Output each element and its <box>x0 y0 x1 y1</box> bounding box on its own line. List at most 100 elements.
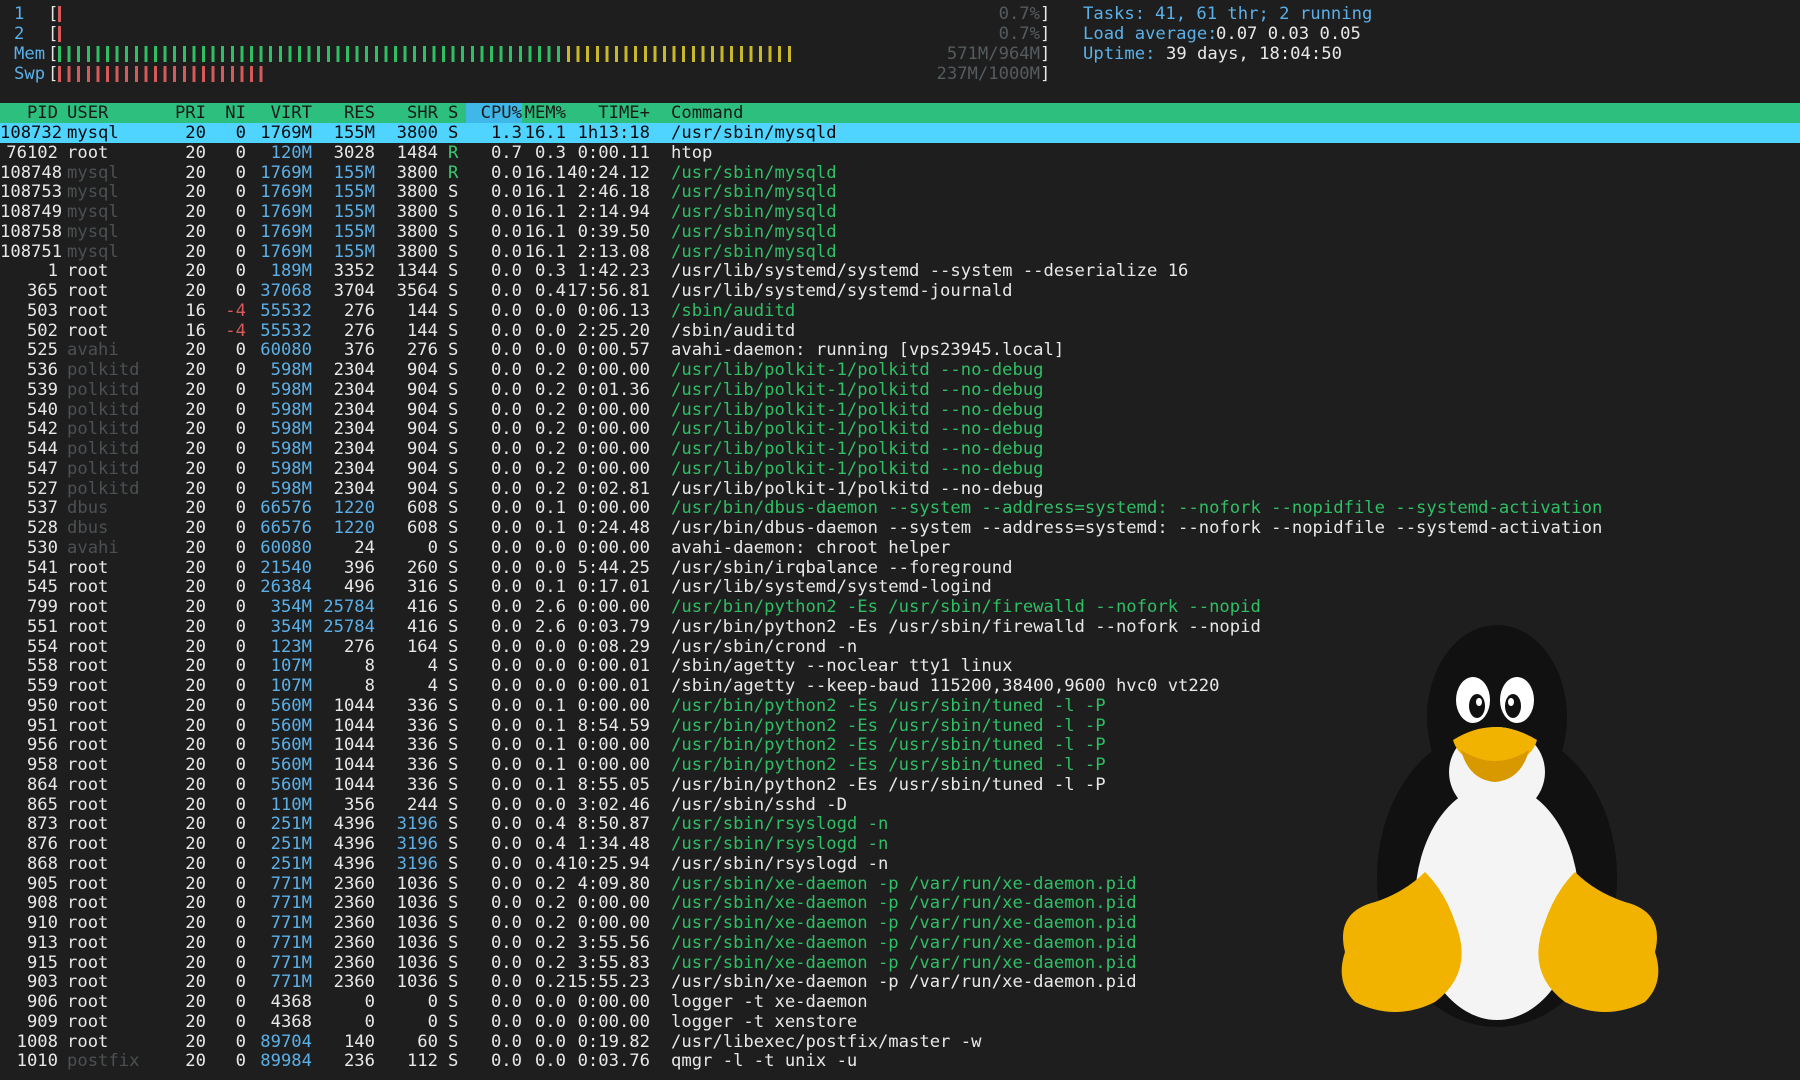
table-row[interactable]: 76102 root 20 0 120M 3028 1484 R 0.7 0.3 0:00.11 ht… <box>0 143 1800 163</box>
cell-time: 8:54.59 <box>577 715 650 736</box>
cell-command: /usr/lib/systemd/systemd-logind <box>671 577 992 598</box>
table-row[interactable]: 503 root 16 -4 55532 276 144 S 0.0 0.0 0:06.13/sbi… <box>0 301 1800 321</box>
cell-time: 5:44.25 <box>577 557 650 578</box>
cell-mem: 0.0 <box>534 794 566 815</box>
cell-user: root <box>67 636 109 657</box>
col-ni[interactable]: NI <box>206 103 246 123</box>
cell-pri: 20 <box>185 755 206 775</box>
table-row[interactable]: 542 polkitd 20 0 598M 2304 904 S 0.0 0.2 0:00.00/u… <box>0 419 1800 439</box>
table-row[interactable]: 545 root 20 0 26384 496 316 S 0.0 0.1 0:17.01/usr/… <box>0 577 1800 597</box>
cell-cpu: 0.0 <box>490 695 522 716</box>
table-row[interactable]: 527 polkitd 20 0 598M 2304 904 S 0.0 0.2 0:02.81/u… <box>0 479 1800 499</box>
cell-command: /sbin/agetty --keep-baud 115200,38400,96… <box>671 676 1220 696</box>
cell-shr: 3800 <box>396 202 438 222</box>
load-info: Load average: 0.07 0.03 0.05 <box>0 24 1361 44</box>
cell-user: root <box>67 261 109 282</box>
cell-state: S <box>448 281 459 301</box>
table-row[interactable]: 525 avahi 20 0 60080 376 276 S 0.0 0.0 0:00.57 avah… <box>0 340 1800 360</box>
cell-cpu: 0.0 <box>490 636 522 657</box>
table-row[interactable]: 799 root 20 0 354M 25784 416 S 0.0 2.6 0:00.00/usr… <box>0 597 1800 617</box>
table-row[interactable]: 536 polkitd 20 0 598M 2304 904 S 0.0 0.2 0:00.00/u… <box>0 360 1800 380</box>
col-cpu[interactable]: CPU% <box>466 103 522 123</box>
cell-ni: 0 <box>235 597 246 617</box>
cell-res: 155M <box>333 182 375 203</box>
cell-res: 155M <box>333 162 375 183</box>
cell-pid: 108753 <box>0 182 63 203</box>
cell-shr: 144 <box>406 320 438 341</box>
col-virt[interactable]: VIRT <box>246 103 312 123</box>
table-row[interactable]: 108753 mysql 20 0 1769M 155M 3800 S 0.0 16.1 2:46.… <box>0 182 1800 202</box>
table-row[interactable]: 1010 postfix 20 0 89984 236 112 S 0.0 0.0 0:03.76 q… <box>0 1051 1800 1071</box>
cell-mem: 0.4 <box>534 281 566 301</box>
cell-command: /usr/sbin/rsyslogd -n <box>671 853 889 874</box>
cell-pri: 20 <box>185 577 206 598</box>
cell-pid: 76102 <box>6 142 58 163</box>
table-row[interactable]: 502 root 16 -4 55532 276 144 S 0.0 0.0 2:25.20/sbi… <box>0 321 1800 341</box>
col-pid[interactable]: PID <box>0 103 58 123</box>
col-user[interactable]: USER <box>67 103 108 123</box>
cell-res: 24 <box>354 537 375 558</box>
cell-shr: 416 <box>406 616 438 637</box>
col-pri[interactable]: PRI <box>150 103 206 123</box>
cell-ni: 0 <box>235 715 246 736</box>
table-row[interactable]: 547 polkitd 20 0 598M 2304 904 S 0.0 0.2 0:00.00/u… <box>0 459 1800 479</box>
cell-ni: 0 <box>235 162 246 183</box>
cell-command: /usr/lib/polkit-1/polkitd --no-debug <box>671 458 1044 479</box>
cell-cpu: 0.0 <box>490 498 522 519</box>
cell-pri: 20 <box>185 379 206 400</box>
table-row[interactable]: 528 dbus 20 0 66576 1220 608 S 0.0 0.1 0:24.48/usr… <box>0 518 1800 538</box>
cell-pri: 20 <box>185 498 206 519</box>
cell-pid: 547 <box>26 458 58 479</box>
table-row[interactable]: 108749 mysql 20 0 1769M 155M 3800 S 0.0 16.1 2:14.… <box>0 202 1800 222</box>
table-row[interactable]: 365 root 20 0 37068 3704 3564 S 0.0 0.4 17:56.81/u… <box>0 281 1800 301</box>
col-state[interactable]: S <box>448 103 458 123</box>
cell-mem: 0.0 <box>534 676 566 696</box>
table-row[interactable]: 539 polkitd 20 0 598M 2304 904 S 0.0 0.2 0:01.36/u… <box>0 380 1800 400</box>
cell-virt: 89984 <box>260 1051 312 1072</box>
col-shr[interactable]: SHR <box>375 103 438 123</box>
table-row[interactable]: 544 polkitd 20 0 598M 2304 904 S 0.0 0.2 0:00.00/u… <box>0 439 1800 459</box>
cell-shr: 1036 <box>396 952 438 973</box>
cell-virt: 60080 <box>260 537 312 558</box>
cell-ni: 0 <box>235 221 246 242</box>
cell-pri: 20 <box>185 241 206 262</box>
cell-mem: 0.0 <box>534 557 566 578</box>
cell-virt: 37068 <box>260 281 312 301</box>
cell-pri: 20 <box>185 992 206 1012</box>
table-row-selected[interactable]: 108732 mysql 20 0 1769M 155M 3800 S 1.3 16.1 1h13:… <box>0 123 1800 143</box>
cell-state: S <box>448 932 459 953</box>
table-row[interactable]: 541 root 20 0 21540 396 260 S 0.0 0.0 5:44.25/usr/… <box>0 558 1800 578</box>
col-command[interactable]: Command <box>671 103 743 123</box>
table-row[interactable]: 530 avahi 20 0 60080 24 0 S 0.0 0.0 0:00.00 avahi-d… <box>0 538 1800 558</box>
cell-time: 3:55.83 <box>577 952 650 973</box>
cell-user: polkitd <box>67 478 140 499</box>
table-row[interactable]: 1008 root 20 0 89704 140 60 S 0.0 0.0 0:19.82/usr/… <box>0 1032 1800 1052</box>
cell-virt: 55532 <box>260 300 312 321</box>
cell-state: S <box>448 972 459 993</box>
cell-ni: 0 <box>235 755 246 775</box>
cell-state: S <box>448 853 459 874</box>
table-row[interactable]: 108748 mysql 20 0 1769M 155M 3800 R 0.0 16.1 40:24… <box>0 163 1800 183</box>
table-row[interactable]: 1 root 20 0 189M 3352 1344 S 0.0 0.3 1:42.23/usr/l… <box>0 261 1800 281</box>
table-row[interactable]: 108758 mysql 20 0 1769M 155M 3800 S 0.0 16.1 0:39.… <box>0 222 1800 242</box>
cell-mem: 0.0 <box>534 320 566 341</box>
col-mem[interactable]: MEM% <box>522 103 566 123</box>
cell-time: 0:03.79 <box>577 616 650 637</box>
cell-cpu: 0.0 <box>490 893 522 914</box>
cell-state: S <box>448 676 459 696</box>
table-row[interactable]: 537 dbus 20 0 66576 1220 608 S 0.0 0.1 0:00.00/usr… <box>0 498 1800 518</box>
cell-pid: 868 <box>26 853 58 874</box>
cell-cpu: 0.0 <box>490 478 522 499</box>
col-res[interactable]: RES <box>312 103 375 123</box>
cell-pid: 108751 <box>0 241 63 262</box>
col-time[interactable]: TIME+ <box>566 103 650 123</box>
cell-virt: 4368 <box>270 992 312 1012</box>
cell-command: /usr/lib/polkit-1/polkitd --no-debug <box>671 439 1044 459</box>
table-row[interactable]: 540 polkitd 20 0 598M 2304 904 S 0.0 0.2 0:00.00/u… <box>0 400 1800 420</box>
cell-virt: 123M <box>270 636 312 657</box>
cell-pid: 865 <box>26 794 58 815</box>
table-row[interactable]: 108751 mysql 20 0 1769M 155M 3800 S 0.0 16.1 2:13.… <box>0 242 1800 262</box>
cell-mem: 0.0 <box>534 537 566 558</box>
cell-command: /usr/bin/python2 -Es /usr/sbin/tuned -l … <box>671 695 1106 716</box>
cell-cpu: 0.0 <box>490 1031 522 1052</box>
